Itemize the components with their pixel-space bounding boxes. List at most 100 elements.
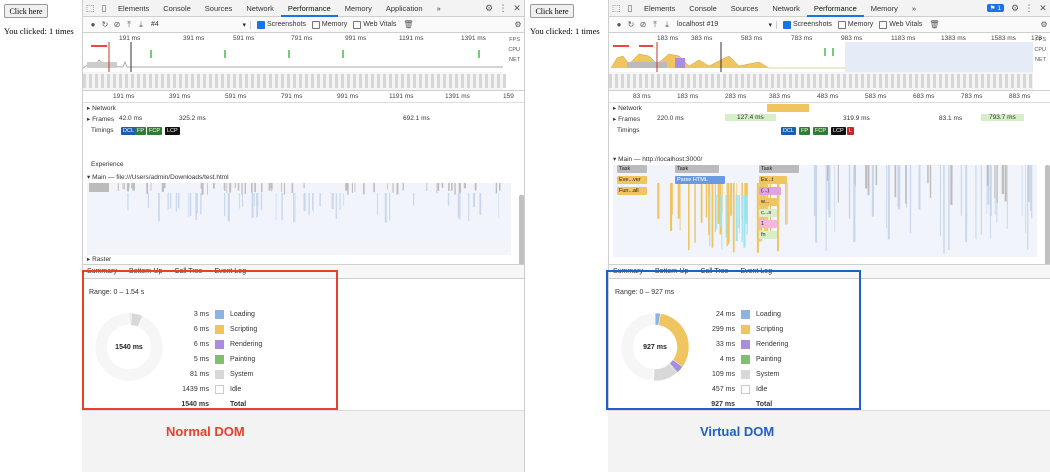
flame-chart-slice[interactable] <box>986 165 989 186</box>
flame-chart-slice[interactable] <box>1025 165 1027 234</box>
flame-chart-slice[interactable] <box>441 183 444 188</box>
flame-chart-slice[interactable] <box>354 183 356 193</box>
flame-chart-slice[interactable] <box>175 193 177 212</box>
main-thread-track-label[interactable]: ▾ Main — file:///Users/admin/Downloads/t… <box>87 173 229 181</box>
parse-html-block[interactable]: Parse HTML <box>675 176 725 184</box>
clear-icon[interactable]: ⊘ <box>637 20 649 29</box>
flame-chart-slice[interactable] <box>303 193 306 212</box>
flame-chart-slice[interactable] <box>474 183 477 191</box>
tab-elements[interactable]: Elements <box>111 0 156 17</box>
flame-chart-slice[interactable] <box>188 193 189 218</box>
web-vitals-checkbox[interactable]: Web Vitals <box>353 20 396 29</box>
flame-chart-slice[interactable] <box>229 183 232 193</box>
flame-chart-slice[interactable] <box>787 183 788 225</box>
network-track-label[interactable]: ▸ Network <box>613 104 642 112</box>
flame-chart-slice[interactable] <box>308 193 310 216</box>
flame-chart-slice[interactable] <box>392 183 394 193</box>
tab-elements[interactable]: Elements <box>637 0 682 17</box>
flame-chart-slice[interactable] <box>726 183 728 247</box>
frame-time[interactable]: 793.7 ms <box>981 114 1024 121</box>
flame-chart-slice[interactable] <box>717 183 719 223</box>
flame-chart-slice[interactable] <box>396 183 399 195</box>
flame-chart-slice[interactable] <box>746 195 748 224</box>
flame-chart-slice[interactable] <box>213 183 215 189</box>
fcp-marker[interactable]: FCP <box>813 127 828 135</box>
frame-time[interactable]: 83.1 ms <box>939 115 962 122</box>
flame-chart-slice[interactable] <box>1004 165 1007 202</box>
frame-time[interactable]: 220.0 ms <box>657 115 684 122</box>
flame-chart-slice[interactable] <box>468 193 470 222</box>
call-block[interactable]: (...) <box>759 187 781 195</box>
flame-chart-slice[interactable] <box>1027 165 1029 250</box>
flame-chart-slice[interactable] <box>303 183 305 189</box>
flame-chart-slice[interactable] <box>150 183 152 191</box>
timings-track-label[interactable]: Timings <box>617 127 640 134</box>
flame-chart-slice[interactable] <box>319 193 321 207</box>
flame-chart-slice[interactable] <box>207 183 208 195</box>
lcp-marker[interactable]: LCP <box>165 127 180 135</box>
flame-chart-slice[interactable] <box>459 193 461 220</box>
flame-chart-slice[interactable] <box>886 165 887 229</box>
tab-sources[interactable]: Sources <box>198 0 240 17</box>
flame-chart-slice[interactable] <box>224 193 226 217</box>
flame-chart-slice[interactable] <box>437 183 440 191</box>
flame-chart-slice[interactable] <box>268 183 270 190</box>
gear-icon[interactable]: ⚙ <box>482 1 496 15</box>
scrollbar[interactable] <box>1045 165 1050 264</box>
flame-chart-slice[interactable] <box>1028 165 1030 203</box>
flame-chart-slice[interactable] <box>688 183 690 251</box>
flame-chart-slice[interactable] <box>679 183 681 231</box>
flame-chart-slice[interactable] <box>251 183 253 193</box>
flame-chart-slice[interactable] <box>980 165 982 235</box>
flame-chart-slice[interactable] <box>271 183 273 192</box>
screenshots-checkbox[interactable]: Screenshots <box>257 20 306 29</box>
recording-select[interactable]: localhost #19 ▾ <box>677 20 777 29</box>
function-call-block[interactable]: Fun...all <box>617 187 647 195</box>
flame-chart-slice[interactable] <box>714 183 716 232</box>
frame-time[interactable]: 42.0 ms <box>119 115 142 122</box>
trash-icon[interactable]: 🗑 <box>928 20 940 29</box>
flame-chart-slice[interactable] <box>905 165 907 204</box>
flame-chart-slice[interactable] <box>813 165 816 217</box>
flame-chart-slice[interactable] <box>898 165 901 210</box>
flame-chart-slice[interactable] <box>251 193 254 218</box>
flame-chart-slice[interactable] <box>242 193 243 207</box>
frame-time[interactable]: 127.4 ms <box>725 114 776 121</box>
flame-chart-slice[interactable] <box>131 183 133 189</box>
fcp-marker[interactable]: FCP <box>147 127 162 135</box>
flame-chart-slice[interactable] <box>735 195 738 242</box>
flame-chart-slice[interactable] <box>389 193 391 221</box>
more-tabs-icon[interactable]: » <box>905 0 923 17</box>
lcp-marker[interactable]: LCP <box>831 127 846 135</box>
flame-chart-slice[interactable] <box>463 183 466 189</box>
flame-chart-slice[interactable] <box>223 183 225 189</box>
flame-chart-slice[interactable] <box>960 165 962 216</box>
capture-settings-icon[interactable]: ⚙ <box>512 20 524 29</box>
flame-chart-slice[interactable] <box>965 165 968 227</box>
flame-chart-slice[interactable] <box>351 183 353 193</box>
flame-chart-slice[interactable] <box>711 183 714 248</box>
flame-chart-slice[interactable] <box>454 183 456 195</box>
call-block[interactable]: 1 <box>759 220 777 228</box>
tab-network[interactable]: Network <box>239 0 281 17</box>
flame-chart-slice[interactable] <box>1001 165 1004 194</box>
flame-chart-slice[interactable] <box>825 165 827 251</box>
flame-chart-slice[interactable] <box>848 165 851 219</box>
flame-chart-slice[interactable] <box>705 183 708 218</box>
call-block[interactable]: fn <box>759 231 777 239</box>
flame-chart-slice[interactable] <box>147 193 149 209</box>
flame-chart-slice[interactable] <box>996 165 998 204</box>
flame-chart-slice[interactable] <box>158 193 160 222</box>
kebab-menu-icon[interactable]: ⋮ <box>1022 1 1036 15</box>
flame-chart-slice[interactable] <box>291 183 294 194</box>
flame-chart-slice[interactable] <box>426 183 428 191</box>
flame-chart-slice[interactable] <box>293 193 295 223</box>
dcl-marker[interactable]: DCL <box>781 127 797 135</box>
flame-chart-slice[interactable] <box>226 183 228 193</box>
flame-chart-slice[interactable] <box>887 165 890 240</box>
event-block[interactable]: Ev...t <box>759 176 787 184</box>
flame-chart-slice[interactable] <box>657 183 660 219</box>
kebab-menu-icon[interactable]: ⋮ <box>496 1 510 15</box>
inspect-icon[interactable]: ⬚ <box>609 1 623 15</box>
flame-chart-slice[interactable] <box>261 183 263 193</box>
